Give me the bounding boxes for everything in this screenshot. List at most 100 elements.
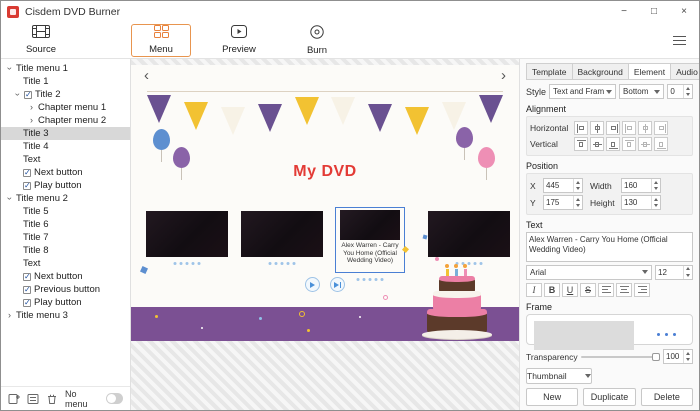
style-offset-spinner[interactable]: 0 bbox=[667, 84, 693, 99]
align-h-left-button[interactable] bbox=[574, 121, 588, 135]
distribute-h-right-button[interactable] bbox=[654, 121, 668, 135]
font-family-select[interactable]: Arial bbox=[526, 265, 652, 280]
next-menu-arrow[interactable]: › bbox=[501, 68, 506, 83]
tree-item-title-1[interactable]: Title 1 bbox=[1, 75, 130, 88]
text-align-right-button[interactable] bbox=[634, 283, 650, 297]
tab-element[interactable]: Element bbox=[629, 63, 671, 80]
play-button[interactable] bbox=[305, 277, 320, 292]
element-text-input[interactable]: Alex Warren - Carry You Home (Official W… bbox=[526, 232, 693, 262]
dvd-menu-preview[interactable]: ‹ › My DVD bbox=[131, 65, 519, 341]
tree-item-title-5[interactable]: Title 5 bbox=[1, 205, 130, 218]
checkbox-checked[interactable] bbox=[23, 169, 31, 177]
underline-button[interactable]: U bbox=[562, 283, 578, 297]
text-align-center-button[interactable] bbox=[616, 283, 632, 297]
checkbox-checked[interactable] bbox=[23, 299, 31, 307]
align-h-center-button[interactable] bbox=[590, 121, 604, 135]
menu-title-text[interactable]: My DVD bbox=[131, 163, 519, 181]
spinner-down-icon[interactable] bbox=[684, 92, 692, 99]
tree-item-title-menu-3[interactable]: Title menu 3 bbox=[1, 309, 130, 322]
x-spinner[interactable]: 445 bbox=[543, 178, 583, 193]
tree-item-title-3-selected[interactable]: Title 3 bbox=[1, 127, 130, 140]
delete-element-button[interactable]: Delete bbox=[641, 388, 693, 406]
y-spinner[interactable]: 175 bbox=[543, 195, 583, 210]
distribute-v-middle-button[interactable] bbox=[638, 137, 652, 151]
add-title-button[interactable] bbox=[8, 392, 20, 405]
distribute-h-center-button[interactable] bbox=[638, 121, 652, 135]
chevron-right-icon[interactable] bbox=[27, 103, 36, 112]
tree-item-title-7[interactable]: Title 7 bbox=[1, 231, 130, 244]
preview-tab-button[interactable]: Preview bbox=[209, 24, 269, 57]
spinner-down-icon[interactable] bbox=[652, 203, 660, 210]
maximize-button[interactable]: □ bbox=[639, 1, 669, 22]
previous-menu-arrow[interactable]: ‹ bbox=[144, 68, 149, 83]
spinner-down-icon[interactable] bbox=[684, 272, 692, 279]
video-thumbnail-1[interactable] bbox=[146, 211, 228, 257]
bold-button[interactable]: B bbox=[544, 283, 560, 297]
tree-item-previous-button[interactable]: Previous button bbox=[1, 283, 130, 296]
checkbox-checked[interactable] bbox=[24, 91, 32, 99]
tree-item-title-menu-1[interactable]: Title menu 1 bbox=[1, 62, 130, 75]
new-element-button[interactable]: New bbox=[526, 388, 578, 406]
frame-style-preview[interactable] bbox=[526, 314, 693, 345]
spinner-down-icon[interactable] bbox=[574, 186, 582, 193]
burn-tab-button[interactable]: Burn bbox=[287, 24, 347, 57]
spinner-down-icon[interactable] bbox=[652, 186, 660, 193]
video-thumbnail-2[interactable] bbox=[241, 211, 323, 257]
align-v-middle-button[interactable] bbox=[590, 137, 604, 151]
height-spinner[interactable]: 130 bbox=[621, 195, 661, 210]
tree-item-play-button[interactable]: Play button bbox=[1, 296, 130, 309]
minimize-button[interactable]: − bbox=[609, 1, 639, 22]
tree-item-title-menu-2[interactable]: Title menu 2 bbox=[1, 192, 130, 205]
transparency-slider[interactable] bbox=[581, 351, 660, 363]
tab-audio[interactable]: Audio bbox=[671, 63, 699, 80]
chevron-down-icon[interactable] bbox=[5, 194, 14, 203]
checkbox-checked[interactable] bbox=[23, 182, 31, 190]
chevron-right-icon[interactable] bbox=[27, 116, 36, 125]
transparency-spinner[interactable]: 100 bbox=[663, 349, 693, 364]
next-button[interactable] bbox=[330, 277, 345, 292]
style-anchor-select[interactable]: Bottom bbox=[619, 84, 664, 99]
duplicate-element-button[interactable]: Duplicate bbox=[583, 388, 635, 406]
delete-menu-button[interactable] bbox=[46, 392, 58, 405]
tab-template[interactable]: Template bbox=[526, 63, 573, 80]
strikethrough-button[interactable]: S bbox=[580, 283, 596, 297]
video-thumbnail-3[interactable] bbox=[340, 210, 400, 240]
text-align-left-button[interactable] bbox=[598, 283, 614, 297]
tree-item-title-2[interactable]: Title 2 bbox=[1, 88, 130, 101]
chevron-down-icon[interactable] bbox=[13, 90, 22, 99]
align-v-bottom-button[interactable] bbox=[606, 137, 620, 151]
tree-item-play-button[interactable]: Play button bbox=[1, 179, 130, 192]
distribute-h-left-button[interactable] bbox=[622, 121, 636, 135]
style-type-select[interactable]: Text and Frame bbox=[549, 84, 616, 99]
spinner-down-icon[interactable] bbox=[574, 203, 582, 210]
tree-item-next-button[interactable]: Next button bbox=[1, 166, 130, 179]
source-tab-button[interactable]: Source bbox=[11, 24, 71, 57]
slider-handle[interactable] bbox=[652, 353, 660, 361]
chevron-right-icon[interactable] bbox=[5, 311, 14, 320]
chevron-down-icon[interactable] bbox=[5, 64, 14, 73]
hamburger-menu-button[interactable] bbox=[669, 30, 689, 50]
tab-background[interactable]: Background bbox=[573, 63, 629, 80]
font-size-spinner[interactable]: 12 bbox=[655, 265, 693, 280]
tree-item-text[interactable]: Text bbox=[1, 257, 130, 270]
spinner-down-icon[interactable] bbox=[684, 357, 692, 364]
distribute-v-top-button[interactable] bbox=[622, 137, 636, 151]
tree-item-chapter-menu-1[interactable]: Chapter menu 1 bbox=[1, 101, 130, 114]
tree-item-next-button[interactable]: Next button bbox=[1, 270, 130, 283]
checkbox-checked[interactable] bbox=[23, 286, 31, 294]
width-spinner[interactable]: 160 bbox=[621, 178, 661, 193]
tree-item-text[interactable]: Text bbox=[1, 153, 130, 166]
tree-item-title-6[interactable]: Title 6 bbox=[1, 218, 130, 231]
tree-item-title-8[interactable]: Title 8 bbox=[1, 244, 130, 257]
tree-item-chapter-menu-2[interactable]: Chapter menu 2 bbox=[1, 114, 130, 127]
selected-menu-element[interactable]: Alex Warren - Carry You Home (Official W… bbox=[335, 207, 405, 273]
tree-item-title-4[interactable]: Title 4 bbox=[1, 140, 130, 153]
add-chapter-button[interactable] bbox=[27, 392, 39, 405]
thumbnail-dropdown-button[interactable]: Thumbnail bbox=[526, 368, 592, 384]
no-menu-toggle[interactable] bbox=[106, 393, 123, 404]
align-h-right-button[interactable] bbox=[606, 121, 620, 135]
checkbox-checked[interactable] bbox=[23, 273, 31, 281]
close-button[interactable]: × bbox=[669, 1, 699, 22]
align-v-top-button[interactable] bbox=[574, 137, 588, 151]
italic-button[interactable]: I bbox=[526, 283, 542, 297]
